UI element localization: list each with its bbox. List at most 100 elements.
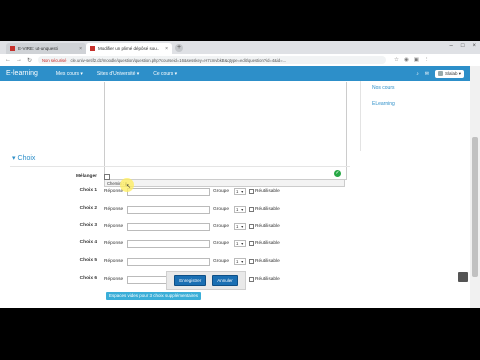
- forward-icon[interactable]: →: [16, 57, 22, 63]
- group-label: Groupe: [213, 207, 229, 212]
- shuffle-checkbox[interactable]: [104, 174, 110, 180]
- reusable-label: Réutilisable: [255, 259, 280, 264]
- back-icon[interactable]: ←: [5, 57, 11, 63]
- favicon-icon: [10, 46, 15, 51]
- user-menu[interactable]: Slalab ▾: [434, 69, 464, 78]
- reusable-option[interactable]: Réutilisable: [249, 241, 280, 246]
- reusable-checkbox[interactable]: [249, 189, 254, 194]
- group-select[interactable]: 1▼: [234, 240, 246, 247]
- choice-label: Choix 1: [79, 188, 97, 193]
- favicon-icon: [90, 46, 95, 51]
- chevron-down-icon: ▼: [240, 260, 244, 264]
- reusable-label: Réutilisable: [255, 224, 280, 229]
- nav-university-sites[interactable]: Sites d'Université ▾: [97, 71, 139, 77]
- section-title: Choix: [17, 154, 36, 162]
- choice-label: Choix 2: [79, 206, 97, 211]
- group-value: 1: [236, 189, 239, 194]
- group-select[interactable]: 1▼: [234, 223, 246, 230]
- close-tab-icon[interactable]: ×: [79, 46, 82, 52]
- reusable-checkbox[interactable]: [249, 241, 254, 246]
- shuffle-label: Mélanger: [75, 174, 97, 179]
- extension-icon[interactable]: ▣: [414, 57, 419, 63]
- url-text: cle.univ-setif2.dz/moodle/question/quest…: [70, 57, 287, 63]
- scrollbar-thumb[interactable]: [472, 137, 478, 277]
- answer-input[interactable]: [127, 188, 210, 196]
- action-bar: Enregistrer Annuler: [166, 271, 246, 290]
- site-brand[interactable]: E-learning: [6, 70, 38, 77]
- reusable-checkbox[interactable]: [249, 224, 254, 229]
- navbar-right: ♪ ✉ Slalab ▾: [416, 69, 464, 78]
- choice-label: Choix 6: [79, 276, 97, 281]
- site-navbar: E-learning Mes cours ▾ Sites d'Universit…: [0, 66, 470, 81]
- group-label: Groupe: [213, 259, 229, 264]
- maximize-icon[interactable]: □: [461, 43, 465, 49]
- answer-input[interactable]: [127, 258, 210, 266]
- check-icon: ✓: [334, 170, 341, 177]
- reload-icon[interactable]: ↻: [27, 57, 32, 64]
- group-label: Groupe: [213, 241, 229, 246]
- new-tab-icon[interactable]: +: [175, 44, 183, 52]
- reusable-option[interactable]: Réutilisable: [249, 277, 280, 282]
- answer-input[interactable]: [127, 223, 210, 231]
- cancel-button[interactable]: Annuler: [212, 275, 238, 286]
- feedback-icon[interactable]: [458, 272, 468, 282]
- window-controls: – □ ×: [450, 43, 476, 49]
- answer-label: Réponse: [104, 189, 124, 194]
- divider: [10, 166, 350, 167]
- answer-label: Réponse: [104, 224, 124, 229]
- reusable-label: Réutilisable: [255, 241, 280, 246]
- side-block: [360, 81, 471, 151]
- choice-label: Choix 3: [79, 223, 97, 228]
- tab-title: E-VIRE: ut-unquesti: [18, 46, 58, 51]
- reusable-option[interactable]: Réutilisable: [249, 224, 280, 229]
- add-choices-button[interactable]: Espaces vides pour 3 choix supplémentair…: [106, 292, 202, 300]
- chevron-down-icon: ▾: [12, 155, 16, 162]
- reusable-checkbox[interactable]: [249, 207, 254, 212]
- side-link-courses[interactable]: Nos cours: [372, 85, 395, 91]
- save-button[interactable]: Enregistrer: [174, 275, 207, 286]
- close-window-icon[interactable]: ×: [472, 43, 476, 49]
- reusable-option[interactable]: Réutilisable: [249, 207, 280, 212]
- group-value: 1: [236, 224, 239, 229]
- avatar: [437, 71, 443, 76]
- answer-label: Réponse: [104, 259, 124, 264]
- editor-path: Chemin : p: [104, 179, 345, 187]
- extension-icons: ☆ ◉ ▣ ⋮: [394, 57, 429, 63]
- chat-icon[interactable]: ✉: [425, 71, 429, 77]
- group-value: 1: [236, 259, 239, 264]
- answer-input[interactable]: [127, 240, 210, 248]
- group-value: 1: [236, 207, 239, 212]
- reusable-checkbox[interactable]: [249, 259, 254, 264]
- reusable-checkbox[interactable]: [249, 277, 254, 282]
- reusable-label: Réutilisable: [255, 277, 280, 282]
- chevron-down-icon: ▼: [240, 208, 244, 212]
- nav-this-course[interactable]: Ce cours ▾: [153, 71, 177, 77]
- security-warning[interactable]: Non sécurisé: [42, 58, 66, 63]
- answer-label: Réponse: [104, 277, 124, 282]
- tab-bar: E-VIRE: ut-unquesti × Modifier un plimé …: [0, 41, 480, 54]
- group-label: Groupe: [213, 224, 229, 229]
- reusable-option[interactable]: Réutilisable: [249, 189, 280, 194]
- bell-icon[interactable]: ♪: [416, 71, 419, 77]
- minimize-icon[interactable]: –: [450, 43, 453, 49]
- browser-tab-active[interactable]: Modifier un plimé dépôsé sou.. ×: [86, 43, 172, 54]
- nav-my-courses[interactable]: Mes cours ▾: [56, 71, 83, 77]
- answer-input[interactable]: [127, 206, 210, 214]
- section-header[interactable]: ▾ Choix: [12, 154, 36, 163]
- browser-tab[interactable]: E-VIRE: ut-unquesti ×: [6, 43, 86, 54]
- close-tab-icon[interactable]: ×: [165, 46, 168, 52]
- chevron-down-icon: ▼: [240, 242, 244, 246]
- group-select[interactable]: 1▼: [234, 206, 246, 213]
- side-link-elearning[interactable]: ELearning: [372, 101, 395, 107]
- group-select[interactable]: 1▼: [234, 188, 246, 195]
- tab-title: Modifier un plimé dépôsé sou..: [98, 46, 160, 51]
- reusable-option[interactable]: Réutilisable: [249, 259, 280, 264]
- star-icon[interactable]: ☆: [394, 57, 399, 63]
- group-select[interactable]: 1▼: [234, 258, 246, 265]
- extension-icon[interactable]: ◉: [404, 57, 409, 63]
- answer-label: Réponse: [104, 207, 124, 212]
- cursor-highlight: ↖: [120, 178, 134, 192]
- url-field[interactable]: Non sécurisé cle.univ-setif2.dz/moodle/q…: [38, 56, 387, 64]
- group-label: Groupe: [213, 189, 229, 194]
- menu-icon[interactable]: ⋮: [424, 57, 430, 63]
